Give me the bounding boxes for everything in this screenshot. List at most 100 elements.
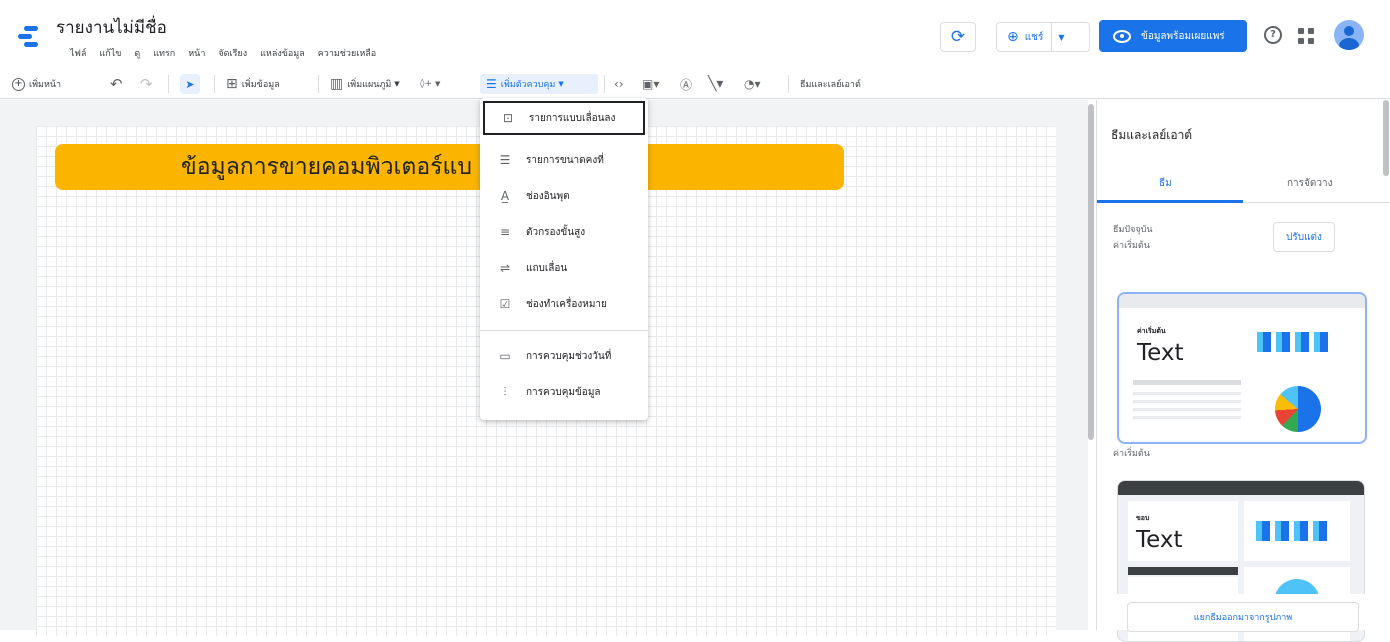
add-page-label: เพิ่มหน้า [29,80,62,90]
add-data-icon: ⊞ [226,76,238,92]
bar-chart-icon [1257,332,1328,352]
app-header: รายงานไม่มีชื่อ ไฟล์ แก้ไข ดู แทรก หน้า … [0,0,1390,64]
bar-chart-icon [1256,521,1327,541]
menu-item-label: รายการขนาดคงที่ [526,154,604,166]
menu-item-label: การควบคุมข้อมูล [526,386,601,398]
panel-title: ธีมและเลย์เอาต์ [1111,128,1193,142]
menu-arrange[interactable]: จัดเรียง [218,46,247,60]
menu-item-date-range[interactable]: ▭ การควบคุมช่วงวันที่ [480,340,648,372]
menu-item-data-control[interactable]: ⫶ การควบคุมข้อมูล [480,376,648,408]
menu-item-fixed-size-list[interactable]: ☰ รายการขนาดคงที่ [480,144,648,176]
active-tab-indicator [1097,200,1243,203]
title-banner[interactable]: ข้อมูลการขายคอมพิวเตอร์แบ 7-2018 [55,144,844,190]
toolbar-divider [788,75,789,93]
menu-file[interactable]: ไฟล์ [70,46,86,60]
text-box-icon[interactable]: Ⓐ [680,74,692,94]
menu-item-slider[interactable]: ⇌ แถบเลื่อน [480,252,648,284]
menu-page[interactable]: หน้า [188,46,205,60]
theme-card-sample-text: Text [1137,340,1184,366]
theme-card-header [1119,294,1365,308]
add-data-button[interactable]: ⊞ เพิ่มข้อมูล [226,74,280,94]
report-title[interactable]: รายงานไม่มีชื่อ [56,14,167,41]
add-page-button[interactable]: + เพิ่มหน้า [12,74,61,94]
menu-bar: ไฟล์ แก้ไข ดู แทรก หน้า จัดเรียง แหล่งข้… [70,46,376,60]
redo-icon[interactable]: ↷ [140,74,153,94]
toolbar-divider [318,75,319,93]
select-pointer-icon[interactable]: ➤ [180,74,200,94]
community-viz-icon: ◊+ [420,79,432,89]
filter-lines-icon: ☰ [486,77,497,91]
advanced-filter-icon: ≡ [499,225,511,239]
chevron-down-icon: ▼ [394,80,400,88]
shape-icon[interactable]: ◔▾ [744,74,761,94]
share-label: แชร์ [1024,31,1044,43]
theme-card-small-label: ขอบ [1136,514,1150,522]
theme-card-lines [1133,380,1241,424]
editor-toolbar: + เพิ่มหน้า ↶ ↷ ➤ ⊞ เพิ่มข้อมูล ▥ เพิ่มแ… [0,68,1390,99]
chevron-down-icon: ▼ [558,80,564,88]
menu-edit[interactable]: แก้ไข [99,46,121,60]
add-chart-label: เพิ่มแผนภูมิ [347,80,392,90]
menu-view[interactable]: ดู [134,46,140,60]
menu-item-dropdown-list[interactable]: ⊡ รายการแบบเลื่อนลง [483,101,645,135]
add-chart-button[interactable]: ▥ เพิ่มแผนภูมิ ▼ [330,74,400,94]
theme-layout-button[interactable]: ธีมและเลย์เอาต์ [800,74,861,94]
image-icon[interactable]: ▣▾ [642,74,659,94]
menu-insert[interactable]: แทรก [153,46,175,60]
extract-theme-button[interactable]: แยกธีมออกมาจากรูปภาพ [1127,602,1359,632]
eye-icon [1113,29,1131,43]
pie-chart-icon [1275,386,1321,432]
add-control-label: เพิ่มตัวควบคุม [500,80,556,90]
theme-card-default[interactable]: ค่าเริ่มต้น Text [1117,292,1367,444]
share-divider [1051,23,1053,51]
menu-item-checkbox[interactable]: ☑ ช่องทำเครื่องหมาย [480,288,648,320]
menu-help[interactable]: ความช่วยเหลือ [318,46,376,60]
community-viz-button[interactable]: ◊+ ▼ [420,74,440,94]
add-data-label: เพิ่มข้อมูล [241,80,280,90]
theme-card-caption: ค่าเริ่มต้น [1113,449,1150,459]
add-icon: + [12,77,25,91]
calendar-icon: ▭ [499,349,511,363]
refresh-button[interactable]: ⟳ [940,22,976,52]
line-icon[interactable]: ╲▾ [708,74,723,94]
tab-layout[interactable]: การจัดวาง [1287,176,1333,191]
menu-item-advanced-filter[interactable]: ≡ ตัวกรองขั้นสูง [480,216,648,248]
add-person-icon: ⊕ [1007,29,1019,45]
theme-card-small-label: ค่าเริ่มต้น [1137,327,1166,335]
toolbar-divider [168,75,169,93]
theme-card-header [1118,481,1364,495]
menu-item-label: ตัวกรองขั้นสูง [526,226,586,238]
toolbar-divider [214,75,215,93]
menu-item-label: รายการแบบเลื่อนลง [529,112,616,124]
canvas-scrollbar[interactable] [1088,104,1094,440]
menu-resource[interactable]: แหล่งข้อมูล [260,46,305,60]
apps-grid-icon[interactable] [1298,28,1314,44]
undo-icon[interactable]: ↶ [110,74,123,94]
chevron-down-icon: ▼ [435,80,441,88]
menu-item-label: ช่องทำเครื่องหมาย [526,298,607,310]
theme-card-bar [1128,567,1238,575]
looker-studio-logo-icon[interactable] [14,22,44,50]
menu-item-label: ช่องอินพุต [526,190,570,202]
add-control-button[interactable]: ☰ เพิ่มตัวควบคุม ▼ [480,74,598,94]
view-button[interactable]: ข้อมูลพร้อมเผยแพร่ [1099,20,1247,52]
refresh-icon: ⟳ [950,27,966,47]
theme-card-sample-text: Text [1136,527,1183,553]
checkbox-icon: ☑ [499,297,511,311]
help-icon[interactable]: ? [1264,26,1282,44]
panel-tabs: ธีม การจัดวาง [1097,162,1390,203]
current-theme: ธีมปัจจุบัน ค่าเริ่มต้น [1113,222,1153,254]
menu-divider [480,330,648,331]
toolbar-divider [604,75,605,93]
embed-code-icon[interactable]: ‹› [614,74,624,94]
avatar[interactable] [1334,20,1364,50]
menu-item-label: การควบคุมช่วงวันที่ [526,350,612,362]
tab-theme[interactable]: ธีม [1159,176,1172,191]
menu-item-input-box[interactable]: A̲ ช่องอินพุต [480,180,648,212]
theme-layout-panel: ธีมและเลย์เอาต์ ธีม การจัดวาง ธีมปัจจุบั… [1096,100,1390,642]
customize-button[interactable]: ปรับแต่ง [1273,222,1335,252]
view-label: ข้อมูลพร้อมเผยแพร่ [1141,30,1225,42]
list-icon: ☰ [499,153,511,167]
share-dropdown-icon[interactable]: ▼ [1058,33,1064,42]
share-button[interactable]: ⊕ แชร์ ▼ [996,22,1090,52]
